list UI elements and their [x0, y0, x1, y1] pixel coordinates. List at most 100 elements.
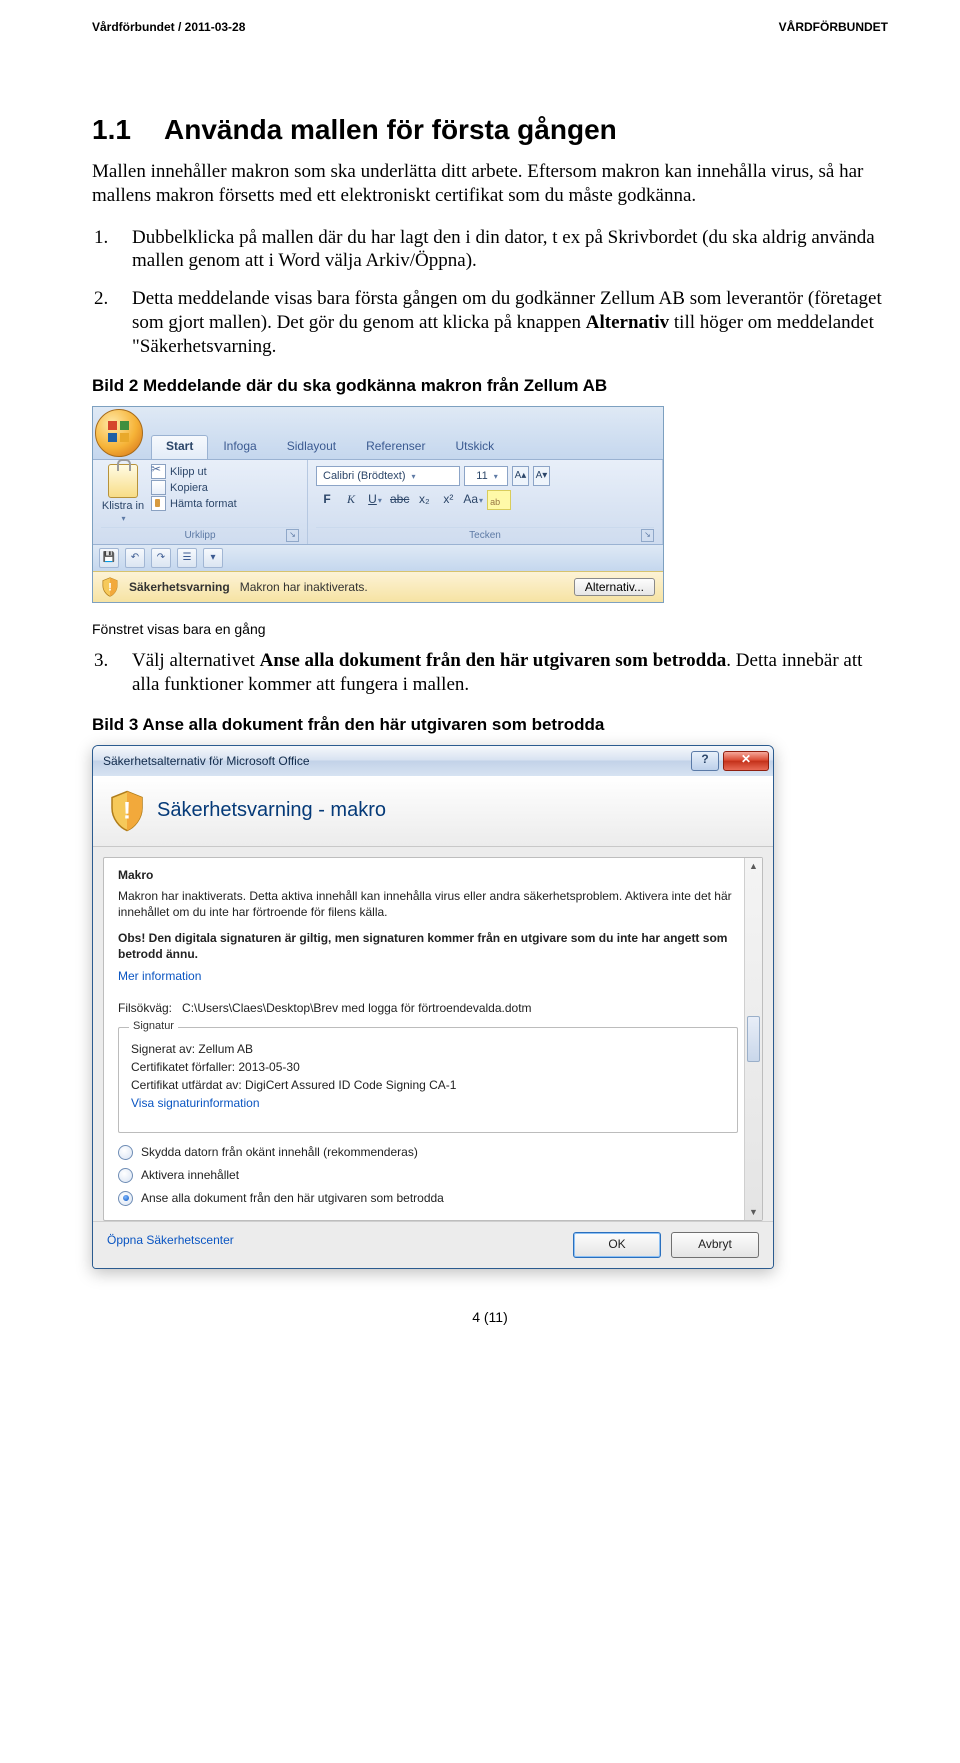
brush-icon: [151, 496, 166, 511]
ribbon-header-row: Start Infoga Sidlayout Referenser Utskic…: [93, 407, 663, 459]
scroll-down-icon[interactable]: ▼: [745, 1204, 762, 1220]
close-button[interactable]: ✕: [723, 751, 769, 771]
copy-button[interactable]: Kopiera: [151, 480, 237, 495]
dialog-banner: ! Säkerhetsvarning - makro: [93, 776, 773, 847]
figure-3-caption: Bild 3 Anse alla dokument från den här u…: [92, 715, 888, 735]
cert-expires: Certifikatet förfaller: 2013-05-30: [131, 1060, 725, 1074]
italic-button[interactable]: K: [340, 490, 362, 510]
paste-icon: [108, 464, 138, 498]
qat-customize-button[interactable]: ▾: [203, 548, 223, 568]
banner-title: Säkerhetsvarning - makro: [157, 799, 386, 822]
qat-button[interactable]: ☰: [177, 548, 197, 568]
step-3-before: Välj alternativet: [132, 650, 260, 671]
tab-insert[interactable]: Infoga: [208, 435, 271, 459]
radio-enable[interactable]: Aktivera innehållet: [118, 1168, 738, 1183]
copy-icon: [151, 480, 166, 495]
svg-text:!: !: [123, 797, 131, 824]
paste-button[interactable]: Klistra in ▾: [101, 464, 145, 523]
step-list-1-2: 1. Dubbelklicka på mallen där du har lag…: [92, 226, 888, 359]
step-1-number: 1.: [94, 226, 108, 250]
radio-group: Skydda datorn från okänt innehåll (rekom…: [118, 1145, 738, 1206]
macro-group-label: Makro: [118, 868, 738, 882]
file-path-row: Filsökväg: C:\Users\Claes\Desktop\Brev m…: [118, 1001, 738, 1015]
cancel-button[interactable]: Avbryt: [671, 1232, 759, 1258]
header-right: VÅRDFÖRBUNDET: [779, 20, 888, 34]
shield-icon: !: [109, 790, 145, 832]
msgbar-label: Säkerhetsvarning: [129, 580, 230, 594]
msgbar-options-button[interactable]: Alternativ...: [574, 578, 655, 596]
figure-2-note: Fönstret visas bara en gång: [92, 621, 888, 637]
file-path-label: Filsökväg:: [118, 1001, 172, 1015]
tab-layout[interactable]: Sidlayout: [272, 435, 351, 459]
grow-font-button[interactable]: A▴: [512, 466, 529, 486]
msgbar-text: Makron har inaktiverats.: [240, 580, 368, 594]
change-case-button[interactable]: Aa▾: [461, 490, 485, 510]
scrollbar[interactable]: ▲ ▼: [744, 858, 762, 1220]
dialog-title: Säkerhetsalternativ för Microsoft Office: [103, 754, 310, 768]
page-footer: 4 (11): [92, 1309, 888, 1325]
signed-by: Signerat av: Zellum AB: [131, 1042, 725, 1056]
step-2-number: 2.: [94, 287, 108, 311]
tab-references[interactable]: Referenser: [351, 435, 440, 459]
section-title: 1.1Använda mallen för första gången: [92, 114, 888, 146]
font-group: Calibri (Brödtext)▾ 11▾ A▴ A▾ F K U▾ abc…: [308, 460, 663, 544]
section-heading: Använda mallen för första gången: [164, 114, 617, 145]
cut-button[interactable]: Klipp ut: [151, 464, 237, 479]
page-header: Vårdförbundet / 2011-03-28 VÅRDFÖRBUNDET: [92, 20, 888, 34]
subscript-button[interactable]: x₂: [413, 490, 435, 510]
page: Vårdförbundet / 2011-03-28 VÅRDFÖRBUNDET…: [0, 0, 960, 1763]
open-trust-center-link[interactable]: Öppna Säkerhetscenter: [107, 1233, 234, 1247]
format-painter-button[interactable]: Hämta format: [151, 496, 237, 511]
font-name-combo[interactable]: Calibri (Brödtext)▾: [316, 466, 460, 486]
file-path-value: C:\Users\Claes\Desktop\Brev med logga fö…: [182, 1001, 532, 1015]
shield-icon: !: [101, 577, 119, 597]
view-signature-link[interactable]: Visa signaturinformation: [131, 1096, 260, 1110]
highlight-button[interactable]: [487, 490, 511, 510]
qat-undo-button[interactable]: ↶: [125, 548, 145, 568]
shrink-font-button[interactable]: A▾: [533, 466, 550, 486]
scroll-thumb[interactable]: [747, 1016, 760, 1062]
dialog-launcher-icon[interactable]: ↘: [641, 529, 654, 542]
strike-button[interactable]: abc: [388, 490, 411, 510]
bold-button[interactable]: F: [316, 490, 338, 510]
tab-mailings[interactable]: Utskick: [440, 435, 509, 459]
figure-2-caption: Bild 2 Meddelande där du ska godkänna ma…: [92, 376, 888, 396]
step-1-text: Dubbelklicka på mallen där du har lagt d…: [132, 227, 875, 272]
dialog-launcher-icon[interactable]: ↘: [286, 529, 299, 542]
paste-label: Klistra in: [102, 500, 144, 512]
quick-access-toolbar: 💾 ↶ ↷ ☰ ▾: [93, 544, 663, 571]
clipboard-group-title: Urklipp↘: [101, 527, 299, 544]
radio-trust-publisher[interactable]: Anse alla dokument från den här utgivare…: [118, 1191, 738, 1206]
macro-note: Obs! Den digitala signaturen är giltig, …: [118, 930, 738, 962]
radio-trust-label: Anse alla dokument från den här utgivare…: [141, 1191, 444, 1205]
help-button[interactable]: ?: [691, 751, 719, 771]
ok-button[interactable]: OK: [573, 1232, 661, 1258]
scissors-icon: [151, 464, 166, 479]
tab-start[interactable]: Start: [151, 435, 208, 459]
dialog-footer: Öppna Säkerhetscenter OK Avbryt: [93, 1221, 773, 1268]
clipboard-options: Klipp ut Kopiera Hämta format: [151, 464, 237, 523]
step-3: 3. Välj alternativet Anse alla dokument …: [92, 649, 888, 697]
office-button[interactable]: [95, 409, 143, 457]
radio-protect-label: Skydda datorn från okänt innehåll (rekom…: [141, 1145, 418, 1159]
radio-icon: [118, 1191, 133, 1206]
signature-group: Signatur Signerat av: Zellum AB Certifik…: [118, 1027, 738, 1133]
security-message-bar: ! Säkerhetsvarning Makron har inaktivera…: [93, 571, 663, 602]
svg-text:!: !: [108, 582, 112, 594]
more-info-link[interactable]: Mer information: [118, 969, 201, 983]
macro-paragraph: Makron har inaktiverats. Detta aktiva in…: [118, 888, 738, 920]
font-size-combo[interactable]: 11▾: [464, 466, 508, 486]
superscript-button[interactable]: x²: [437, 490, 459, 510]
scroll-up-icon[interactable]: ▲: [745, 858, 762, 874]
clipboard-group: Klistra in ▾ Klipp ut Kopiera Hämta form…: [93, 460, 308, 544]
underline-button[interactable]: U▾: [364, 490, 386, 510]
radio-protect[interactable]: Skydda datorn från okänt innehåll (rekom…: [118, 1145, 738, 1160]
security-dialog: Säkerhetsalternativ för Microsoft Office…: [92, 745, 774, 1269]
intro-paragraph: Mallen innehåller makron som ska underlä…: [92, 160, 888, 208]
step-2: 2. Detta meddelande visas bara första gå…: [92, 287, 888, 358]
chevron-down-icon: ▾: [494, 472, 498, 481]
figure-3: Säkerhetsalternativ för Microsoft Office…: [92, 745, 888, 1269]
qat-redo-button[interactable]: ↷: [151, 548, 171, 568]
qat-save-button[interactable]: 💾: [99, 548, 119, 568]
font-group-title: Tecken↘: [316, 527, 654, 544]
